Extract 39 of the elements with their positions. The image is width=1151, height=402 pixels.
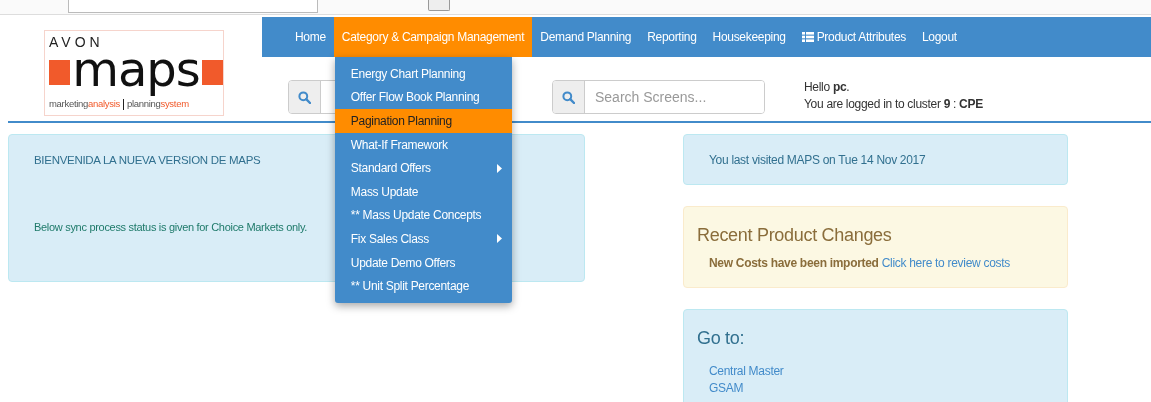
greeting-text: Hello pc.: [804, 79, 851, 96]
review-costs-link[interactable]: Click here to review costs: [881, 256, 1010, 270]
nav-link[interactable]: Product Attributes: [793, 17, 914, 57]
menu-item[interactable]: ** Mass Update Concepts: [334, 203, 512, 228]
sync-note: Below sync process status is given for Choice Markets only.: [34, 221, 308, 233]
logo-square-icon: [201, 59, 223, 85]
nav-link[interactable]: Demand Planning: [532, 17, 640, 57]
panel-heading: Go to:: [697, 328, 746, 349]
submenu-caret-icon: [496, 163, 502, 173]
nav-link[interactable]: Housekeeping: [704, 17, 794, 57]
list-icon: [801, 32, 814, 42]
menu-item[interactable]: Standard Offers: [334, 156, 512, 180]
costs-message: New Costs have been imported Click here to review costs: [709, 256, 1011, 270]
search-field[interactable]: Search Screens...: [552, 80, 765, 114]
menu-item[interactable]: What-If Framework: [334, 132, 512, 157]
panel-heading: Recent Product Changes: [697, 225, 893, 246]
nav-link[interactable]: Logout: [913, 17, 965, 57]
menu-item[interactable]: ** Unit Split Percentage: [334, 274, 512, 298]
nav-link[interactable]: Home: [287, 17, 334, 57]
goto-link[interactable]: Central Master: [709, 363, 784, 380]
menu-item[interactable]: Offer Flow Book Planning: [334, 85, 512, 110]
nav-link[interactable]: Reporting: [639, 17, 705, 57]
cluster-text: You are logged in to cluster 9 : CPE: [804, 96, 983, 113]
search-icon: [298, 90, 311, 104]
submenu-caret-icon: [496, 234, 502, 244]
menu-item[interactable]: Pagination Planning: [334, 109, 512, 133]
logo-brand: AVON: [49, 35, 104, 49]
menu-item[interactable]: Fix Sales Class: [334, 227, 512, 251]
menu-item[interactable]: Update Demo Offers: [334, 250, 512, 275]
goto-link[interactable]: GSAM: [709, 380, 744, 397]
search-icon: [562, 90, 575, 104]
menu-item[interactable]: Energy Chart Planning: [334, 62, 512, 86]
address-field[interactable]: [68, 0, 318, 13]
logo-tagline: marketinganalysis planningsystem: [49, 98, 189, 110]
toolbar-icon[interactable]: [428, 0, 450, 11]
last-visit-text: You last visited MAPS on Tue 14 Nov 2017: [708, 152, 927, 169]
logo-square-icon: [49, 59, 71, 85]
welcome-title: BIENVENIDA LA NUEVA VERSION DE MAPS: [34, 154, 261, 166]
menu-item[interactable]: Mass Update: [334, 179, 512, 204]
